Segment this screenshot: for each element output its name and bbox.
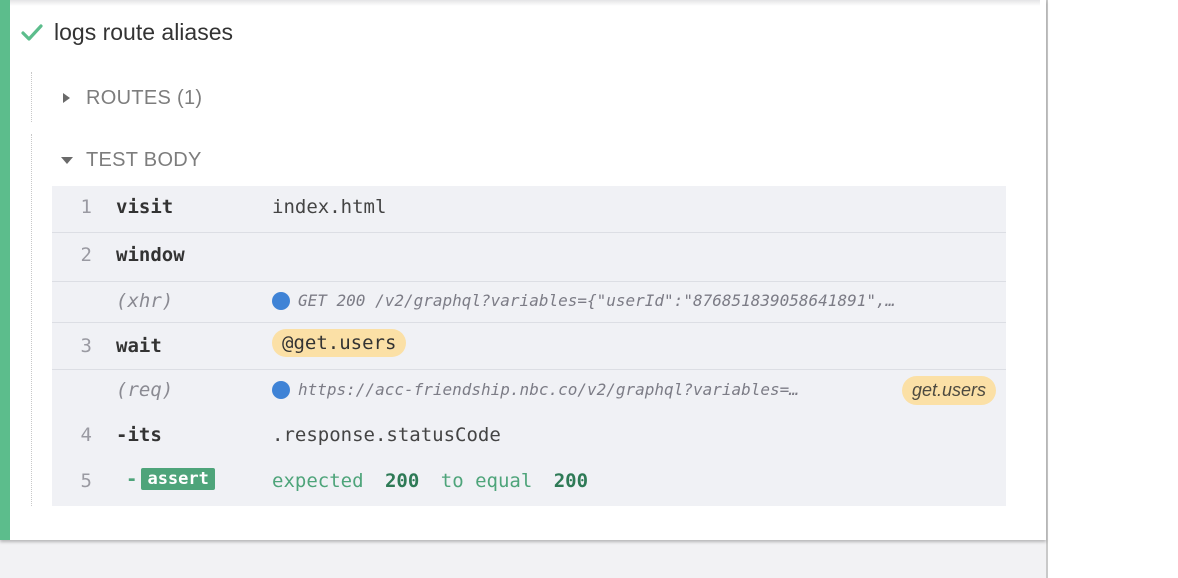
test-panel: logs route aliases ROUTES (1) TEST BODY … bbox=[0, 0, 1046, 540]
command-row-its[interactable]: 4 -its .response.statusCode bbox=[52, 414, 1006, 458]
routes-section-label: ROUTES (1) bbox=[86, 86, 203, 109]
runner-background bbox=[0, 540, 1046, 578]
caret-right-icon bbox=[63, 93, 70, 103]
hook-guide-line bbox=[31, 72, 32, 122]
event-message: https://acc-friendship.nbc.co/v2/graphql… bbox=[272, 380, 799, 399]
xhr-status-dot-icon bbox=[272, 291, 290, 310]
assertion-text: expected bbox=[272, 470, 364, 492]
panel-divider[interactable] bbox=[1046, 0, 1048, 578]
test-title: logs route aliases bbox=[54, 18, 233, 45]
command-name: -its bbox=[116, 424, 162, 446]
command-row-req[interactable]: (req) https://acc-friendship.nbc.co/v2/g… bbox=[52, 370, 1006, 412]
assertion-message: expected 200 to equal 200 bbox=[272, 470, 588, 492]
command-message: .response.statusCode bbox=[272, 424, 501, 446]
assert-prefix: - bbox=[126, 468, 138, 490]
xhr-url: GET 200 /v2/graphql?variables={"userId":… bbox=[298, 291, 896, 310]
check-icon bbox=[21, 24, 43, 41]
command-name: wait bbox=[116, 335, 162, 357]
command-message: @get.users bbox=[272, 329, 407, 357]
command-name: - assert bbox=[126, 468, 215, 490]
command-row-assert[interactable]: 5 - assert expected 200 to equal 200 bbox=[52, 460, 1006, 506]
command-row-window[interactable]: 2 window bbox=[52, 233, 1006, 282]
command-row-visit[interactable]: 1 visit index.html bbox=[52, 186, 1006, 233]
pass-indicator-bar bbox=[0, 0, 10, 540]
command-name: visit bbox=[116, 196, 174, 218]
wait-alias-pill[interactable]: @get.users bbox=[272, 329, 407, 357]
assertion-value: 200 bbox=[384, 470, 420, 492]
hook-guide-line bbox=[31, 134, 32, 506]
test-body-section-label: TEST BODY bbox=[86, 148, 202, 171]
command-number: 5 bbox=[80, 470, 92, 492]
test-body-section-header[interactable]: TEST BODY bbox=[60, 146, 202, 174]
command-message: index.html bbox=[272, 196, 387, 218]
assert-badge: assert bbox=[141, 468, 215, 490]
request-url: https://acc-friendship.nbc.co/v2/graphql… bbox=[298, 380, 799, 399]
route-alias-badge[interactable]: get.users bbox=[901, 376, 996, 405]
event-name: (xhr) bbox=[116, 290, 174, 312]
app-preview-area bbox=[1046, 0, 1178, 578]
event-name: (req) bbox=[116, 379, 174, 401]
command-number: 1 bbox=[80, 196, 92, 218]
command-row-wait[interactable]: 3 wait @get.users bbox=[52, 323, 1006, 370]
assertion-value: 200 bbox=[553, 470, 589, 492]
previous-test-shadow bbox=[10, 0, 1040, 6]
command-row-xhr[interactable]: (xhr) GET 200 /v2/graphql?variables={"us… bbox=[52, 282, 1006, 323]
assertion-text: to equal bbox=[440, 470, 533, 492]
command-number: 3 bbox=[80, 335, 92, 357]
command-number: 2 bbox=[80, 244, 92, 266]
test-title-row[interactable]: logs route aliases bbox=[20, 16, 233, 48]
event-message: GET 200 /v2/graphql?variables={"userId":… bbox=[272, 291, 895, 310]
command-number: 4 bbox=[80, 424, 92, 446]
command-log: 1 visit index.html 2 window (xhr) GET 20… bbox=[52, 186, 1006, 506]
command-name: window bbox=[116, 244, 185, 266]
request-status-dot-icon bbox=[272, 380, 290, 399]
routes-section-header[interactable]: ROUTES (1) bbox=[60, 84, 202, 112]
caret-down-icon bbox=[61, 157, 73, 164]
